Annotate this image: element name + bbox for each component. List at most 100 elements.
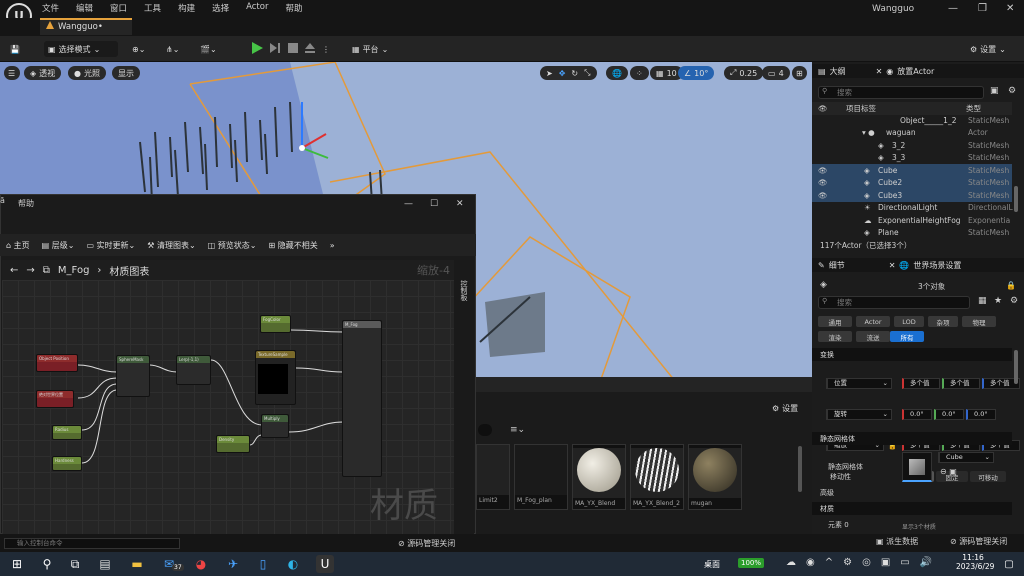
rotation-snap-button[interactable]: ∠ 10°	[678, 66, 715, 80]
battery-indicator[interactable]: 100%	[738, 558, 765, 568]
settings-button[interactable]: ⚙ 设置 ⌄	[970, 41, 1006, 57]
details-title[interactable]: 细节	[829, 260, 845, 271]
restore-icon[interactable]: ❐	[978, 3, 987, 14]
node-world-position[interactable]: 绝对世界位置	[36, 390, 74, 408]
rotation-y-field[interactable]: 0.0°	[934, 409, 964, 420]
breadcrumb-material[interactable]: M_Fog	[58, 265, 90, 276]
hierarchy-button[interactable]: ▤ 层级⌄	[42, 240, 75, 251]
mesh-picker-dropdown[interactable]: Cube ⌄	[938, 452, 994, 463]
menu-actor[interactable]: Actor	[246, 2, 268, 14]
node-lerp[interactable]: Lerp(-1,1)	[176, 355, 211, 385]
mesh-thumbnail[interactable]	[902, 452, 932, 482]
wechat-icon[interactable]: ◉	[806, 557, 815, 568]
desktop-label[interactable]: 桌面	[704, 559, 720, 570]
breadcrumb-graph[interactable]: 材质图表	[109, 263, 149, 278]
widgets-icon[interactable]: ▤	[96, 555, 114, 573]
lit-button[interactable]: ● 光照	[68, 66, 106, 80]
filter-chip-streaming[interactable]: 流送	[856, 331, 890, 342]
menu-window[interactable]: 窗口	[110, 2, 127, 14]
expand-toolbar-icon[interactable]: »	[330, 241, 335, 250]
world-settings-tab[interactable]: 世界场景设置	[913, 260, 961, 271]
advanced-section[interactable]: 高级	[812, 486, 1012, 499]
preview-state-button[interactable]: ◫ 预览状态⌄	[208, 240, 257, 251]
outliner-row[interactable]: Object_____1_2 StaticMesh	[812, 114, 1012, 127]
cinematics-icon[interactable]: 🎬⌄	[200, 41, 217, 57]
save-icon[interactable]: 💾	[10, 41, 20, 57]
restore-icon[interactable]: ☐	[430, 199, 438, 209]
filter-chip-general[interactable]: 通用	[818, 316, 852, 327]
edge-icon[interactable]: ◐	[284, 555, 302, 573]
rotation-z-field[interactable]: 0.0°	[966, 409, 996, 420]
add-content-icon[interactable]: ⊕⌄	[132, 41, 145, 57]
scale-icon[interactable]: ⤡	[584, 68, 590, 78]
details-scrollbar[interactable]	[1014, 350, 1018, 384]
step-icon[interactable]	[268, 41, 282, 55]
outliner-row[interactable]: ☁ ExponentialHeightFog Exponentia	[812, 214, 1012, 227]
menu-select[interactable]: 选择	[212, 2, 229, 14]
play-options-icon[interactable]: ⋮	[322, 41, 330, 57]
column-label[interactable]: 项目标签	[846, 103, 876, 114]
close-icon[interactable]: ✕	[456, 199, 464, 209]
platform-button[interactable]: ▦ 平台 ⌄	[352, 41, 388, 57]
eye-icon[interactable]: 👁	[818, 191, 828, 200]
gear-icon[interactable]: ⚙	[1010, 296, 1018, 306]
windows-start-icon[interactable]: ⊞	[8, 555, 26, 573]
filter-chip-misc[interactable]: 杂项	[928, 316, 958, 327]
file-explorer-icon[interactable]: ▬	[128, 555, 146, 573]
node-material-result[interactable]: M_Fog	[342, 320, 382, 477]
notifications-icon[interactable]: ▢	[1000, 555, 1018, 573]
task-view-icon[interactable]: ⧉	[66, 555, 84, 573]
asset-thumbnail[interactable]: MA_YX_Blend	[572, 444, 626, 510]
outliner-search-input[interactable]: 搜索	[818, 86, 984, 99]
select-mode-button[interactable]: ▣ 选择模式 ⌄	[44, 41, 118, 57]
node-multiply[interactable]: Multiply	[261, 414, 289, 438]
select-arrow-icon[interactable]: ➤	[546, 69, 553, 78]
settings-tray-icon[interactable]: ⚙	[843, 557, 852, 568]
transform-section[interactable]: 变换	[812, 348, 1012, 361]
outliner-scrollbar[interactable]	[1014, 186, 1018, 212]
outliner-row[interactable]: ◈ Plane StaticMesh	[812, 227, 1012, 240]
node-sphere-mask[interactable]: SphereMask	[116, 355, 150, 397]
minimize-icon[interactable]: —	[948, 3, 958, 14]
menu-build[interactable]: 构建	[178, 2, 195, 14]
console-input[interactable]: 输入控制台命令	[4, 538, 180, 549]
node-texture-sample[interactable]: TextureSample	[255, 350, 296, 405]
cloud-icon[interactable]: ☁	[786, 557, 796, 568]
blueprint-icon[interactable]: ⋔⌄	[166, 41, 179, 57]
asset-thumbnail[interactable]: M_Fog_plan	[514, 444, 568, 510]
column-type[interactable]: 类型	[966, 103, 981, 114]
rotate-icon[interactable]: ↻	[571, 69, 578, 78]
camera-speed-button[interactable]: ▭ 4	[762, 66, 790, 80]
perspective-button[interactable]: ◈ 透视	[24, 66, 62, 80]
outliner-row[interactable]: ▾ ● waguan Actor	[812, 127, 1012, 140]
materials-section[interactable]: 材质	[812, 502, 1012, 515]
eject-icon[interactable]	[303, 41, 317, 55]
live-update-button[interactable]: ▭ 实时更新⌄	[86, 240, 135, 251]
chevron-up-icon[interactable]: ^	[825, 557, 833, 568]
minimize-icon[interactable]: —	[404, 199, 413, 209]
node-radius[interactable]: Radius	[52, 425, 82, 440]
location-x-field[interactable]: 多个值	[902, 378, 940, 389]
outliner-row[interactable]: ☀ DirectionalLight DirectionalL	[812, 202, 1013, 215]
eye-icon[interactable]: 👁	[818, 166, 828, 175]
asset-thumbnail[interactable]: MA_YX_Blend_2	[630, 444, 684, 510]
content-scrollbar[interactable]	[798, 446, 802, 492]
gear-icon[interactable]: ⚙	[1008, 86, 1016, 96]
surface-snap-icon[interactable]: ⁘	[630, 66, 649, 80]
details-search-input[interactable]: 搜索	[818, 296, 970, 309]
close-icon[interactable]: ✕	[1006, 3, 1014, 14]
outliner-title[interactable]: 大纲	[830, 66, 846, 77]
location-y-field[interactable]: 多个值	[942, 378, 980, 389]
asset-thumbnail[interactable]: Limit2	[476, 444, 510, 510]
lock-icon[interactable]: 🔒	[1006, 281, 1016, 290]
static-mesh-section[interactable]: 静态网格体	[812, 432, 1012, 445]
filter-icon[interactable]: ≡⌄	[510, 425, 525, 435]
search-icon[interactable]: ⚲	[38, 555, 56, 573]
material-menu-help[interactable]: 帮助	[18, 198, 34, 209]
content-settings-button[interactable]: ⚙ 设置	[772, 400, 798, 416]
show-button[interactable]: 显示	[112, 66, 140, 80]
chrome-icon[interactable]: ◕	[192, 555, 210, 573]
source-control-button-2[interactable]: ⊘ 源码管理关闭	[950, 536, 1007, 547]
phone-link-icon[interactable]: ▯	[254, 555, 272, 573]
play-icon[interactable]	[250, 41, 264, 55]
